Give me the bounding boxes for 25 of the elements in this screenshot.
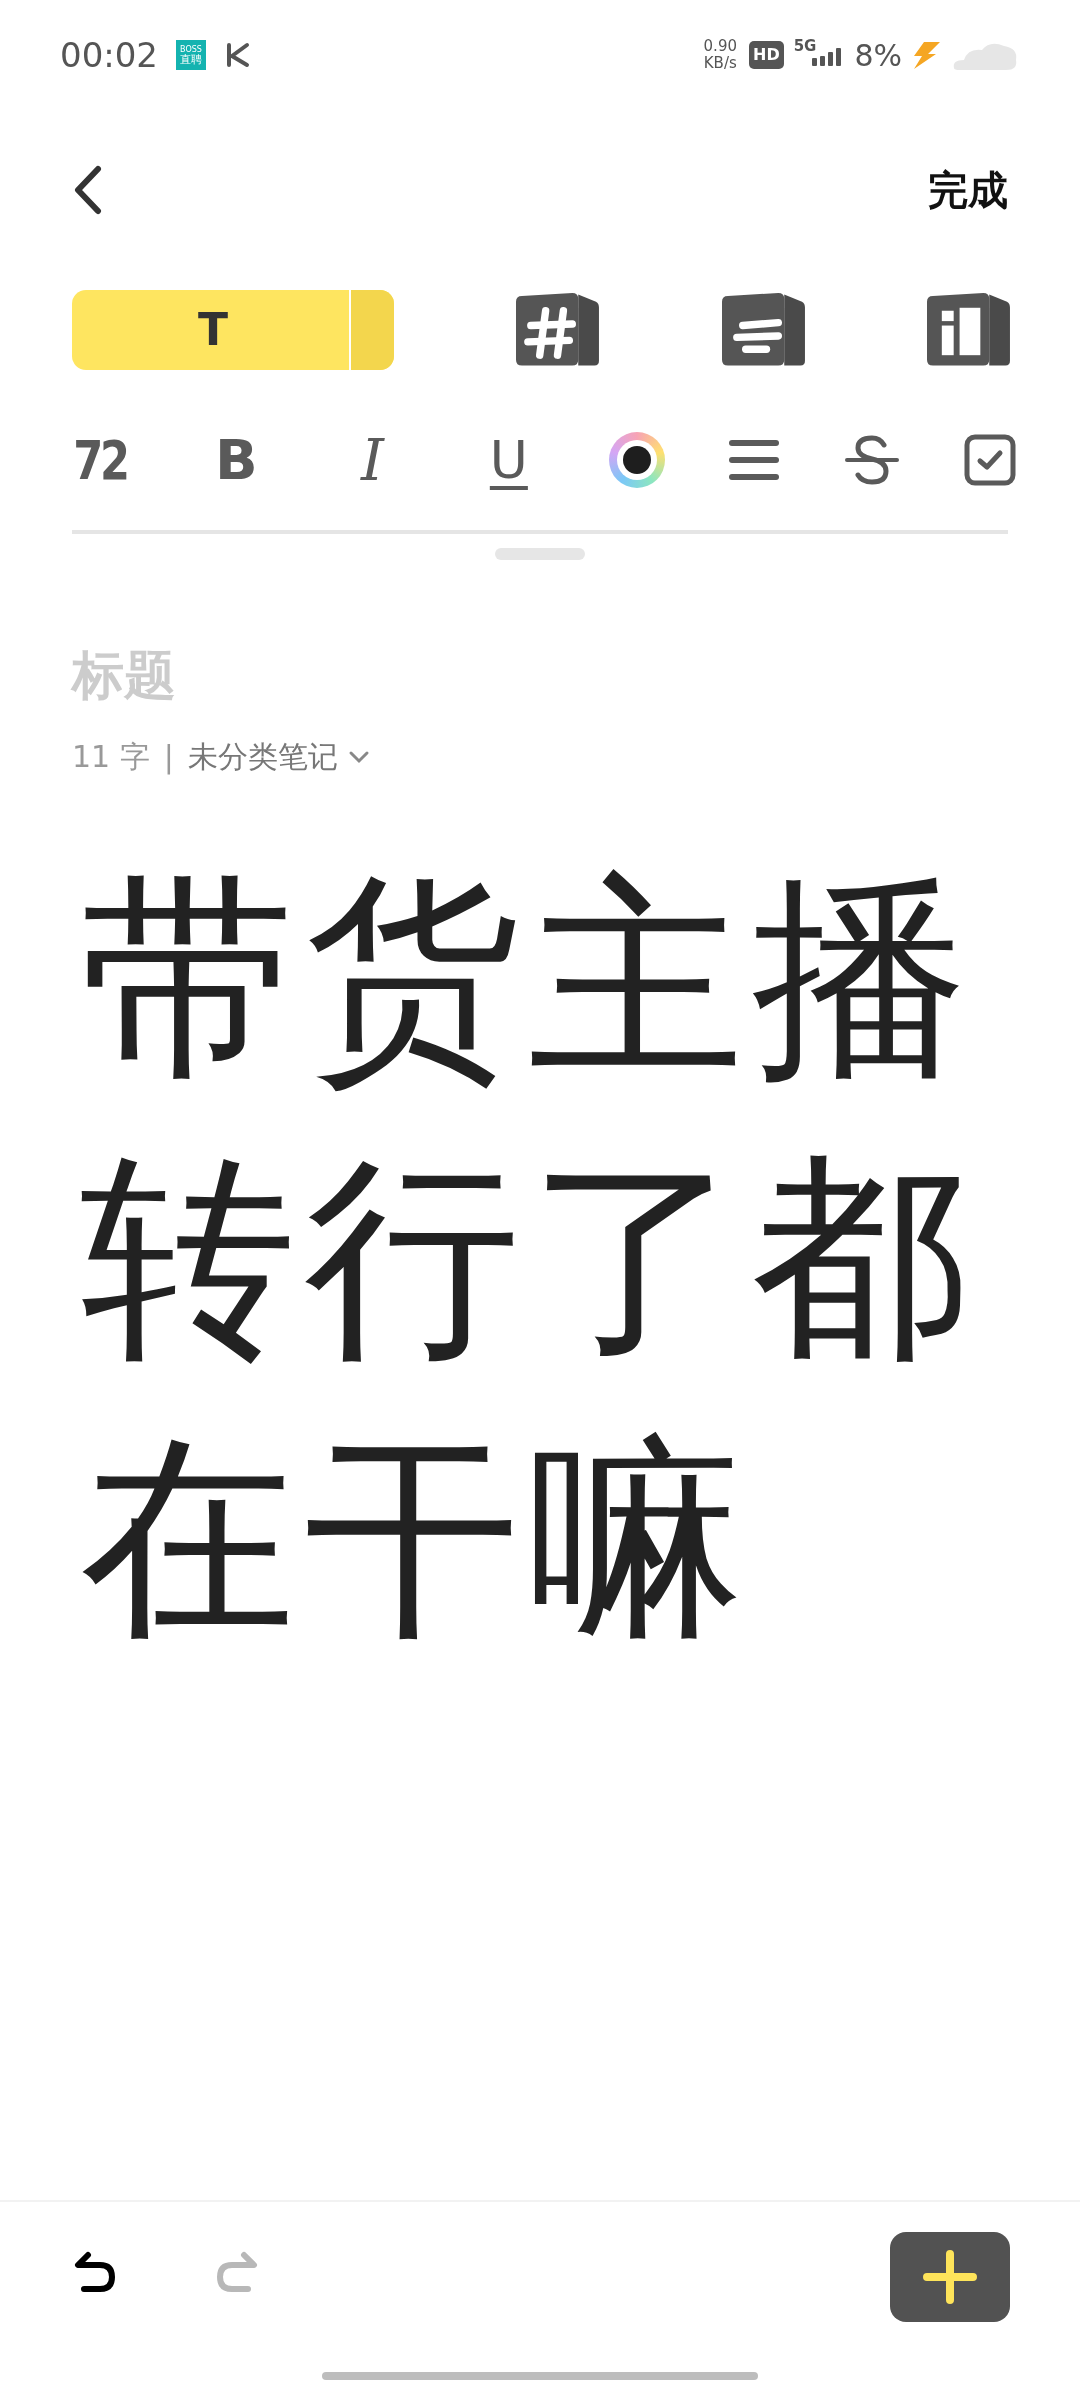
- back-icon[interactable]: [72, 165, 102, 215]
- k-logo-icon: [226, 42, 250, 68]
- network-speed: 0.90 KB/s: [703, 38, 737, 72]
- align-icon[interactable]: [729, 438, 780, 482]
- strikethrough-icon[interactable]: [843, 435, 900, 485]
- separator: |: [163, 738, 174, 777]
- word-count: 11 字: [72, 738, 150, 776]
- text-style-tab[interactable]: T: [72, 290, 394, 370]
- plus-icon: [923, 2250, 977, 2304]
- bold-button[interactable]: B: [200, 424, 273, 496]
- chevron-down-icon: [347, 749, 370, 764]
- underline-button[interactable]: U: [472, 424, 545, 496]
- status-time: 00:02: [60, 33, 158, 77]
- italic-button[interactable]: I: [336, 424, 409, 496]
- category-dropdown[interactable]: 未分类笔记: [187, 734, 370, 779]
- font-size-button[interactable]: 72: [71, 424, 129, 496]
- add-button[interactable]: [890, 2232, 1010, 2322]
- checkbox-icon[interactable]: [963, 434, 1016, 486]
- hd-badge: HD: [749, 41, 784, 69]
- network-type: 5G: [793, 38, 817, 54]
- drag-handle[interactable]: [495, 548, 585, 560]
- done-button[interactable]: 完成: [928, 160, 1008, 220]
- note-body[interactable]: 带货主播转行了都在干嘛: [80, 839, 1040, 1679]
- app-badge-icon: BOSS 直聘: [176, 40, 206, 70]
- battery-level: 8%: [854, 36, 902, 75]
